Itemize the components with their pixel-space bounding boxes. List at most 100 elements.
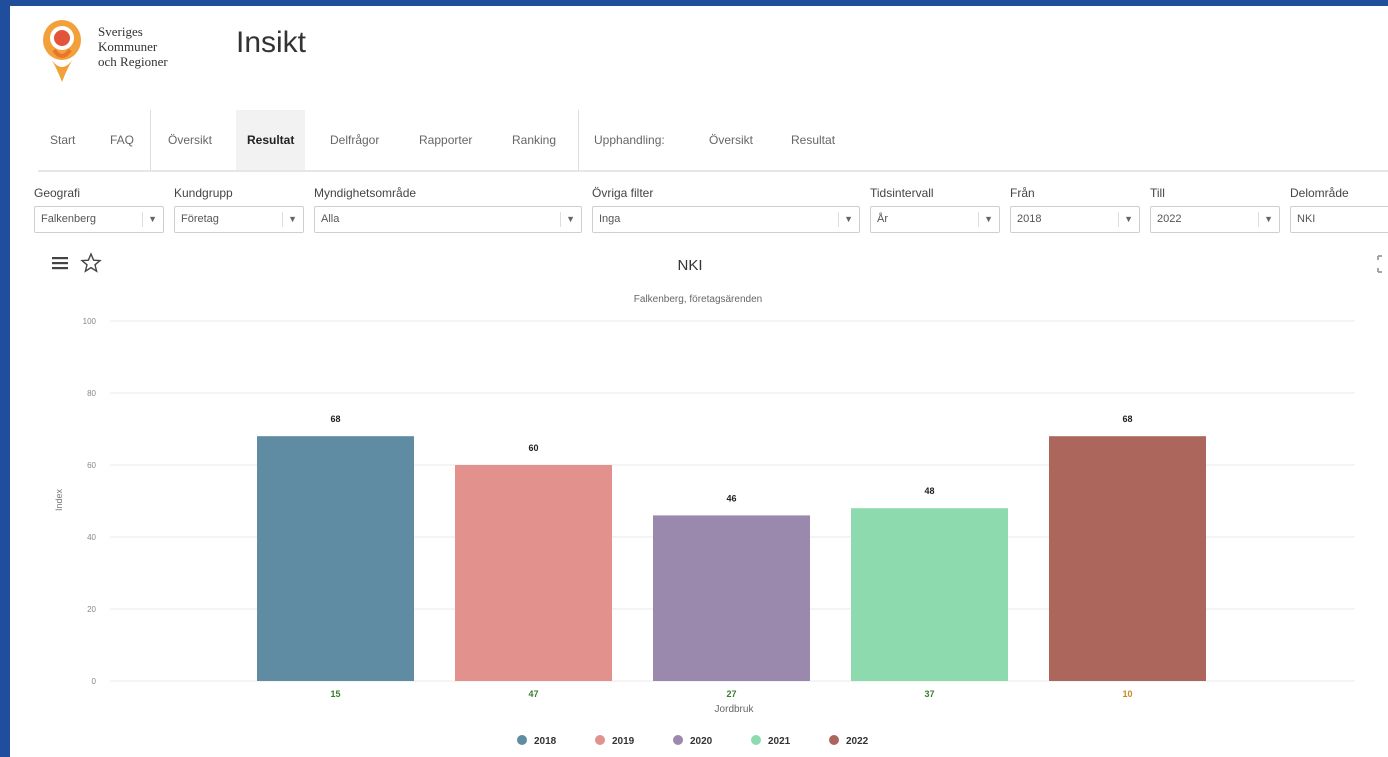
nav-delfragor[interactable]: Delfrågor	[330, 110, 379, 170]
filter-fran-label: Från	[1010, 186, 1035, 200]
select-divider	[838, 212, 839, 227]
filter-tidsintervall: Tidsintervall År ▼	[870, 184, 1000, 233]
filter-geografi-label: Geografi	[34, 186, 81, 200]
x-tick-label: 47	[528, 689, 538, 699]
bar-2018	[257, 436, 414, 681]
nav-start[interactable]: Start	[50, 110, 75, 170]
till-value: 2022	[1157, 213, 1182, 225]
bar-2021	[851, 508, 1008, 681]
nav-rapporter[interactable]: Rapporter	[419, 110, 472, 170]
filter-delomrade-label: Delområde	[1290, 186, 1349, 200]
chart-bars: 68 15 60 47 46 27 48 37 68 10	[257, 414, 1206, 699]
legend-marker	[829, 735, 839, 745]
y-tick-label: 20	[87, 605, 96, 614]
chart-subtitle: Falkenberg, företagsärenden	[634, 294, 762, 305]
chevron-down-icon: ▼	[984, 214, 993, 224]
filter-geografi: Geografi Falkenberg ▼	[34, 184, 164, 233]
nav-faq[interactable]: FAQ	[110, 110, 134, 170]
filter-myndighetsomrade: Myndighetsområde Alla ▼	[314, 184, 582, 233]
legend-item-label: 2021	[768, 736, 791, 747]
select-divider	[1258, 212, 1259, 227]
nav-oversikt[interactable]: Översikt	[168, 110, 212, 170]
nav-divider	[578, 110, 579, 170]
nav-ranking[interactable]: Ranking	[512, 110, 556, 170]
data-label: 48	[924, 486, 934, 496]
fran-select[interactable]: 2018 ▼	[1010, 206, 1140, 233]
x-tick-label: 37	[924, 689, 934, 699]
y-tick-label: 0	[92, 677, 97, 686]
x-tick-label: 10	[1122, 689, 1132, 699]
select-divider	[560, 212, 561, 227]
y-tick-label: 100	[83, 317, 97, 326]
x-tick-label: 15	[330, 689, 340, 699]
select-divider	[1118, 212, 1119, 227]
select-divider	[142, 212, 143, 227]
chevron-down-icon: ▼	[1264, 214, 1273, 224]
y-tick-label: 60	[87, 461, 96, 470]
filter-till: Till 2022 ▼	[1150, 184, 1280, 233]
y-axis-label: Index	[54, 488, 64, 511]
org-name-line1: Sveriges	[98, 24, 143, 39]
filter-bar: Geografi Falkenberg ▼ Kundgrupp Företag …	[34, 184, 1388, 234]
tidsintervall-value: År	[877, 213, 888, 225]
y-tick-label: 80	[87, 389, 96, 398]
app-title: Insikt	[236, 26, 307, 59]
legend-marker	[751, 735, 761, 745]
filter-ovriga: Övriga filter Inga ▼	[592, 184, 860, 233]
chevron-down-icon: ▼	[844, 214, 853, 224]
select-divider	[282, 212, 283, 227]
filter-kundgrupp: Kundgrupp Företag ▼	[174, 184, 304, 233]
filter-till-label: Till	[1150, 186, 1165, 200]
data-label: 60	[528, 443, 538, 453]
org-name-line2: Kommuner	[98, 39, 158, 54]
legend-item-label: 2020	[690, 736, 713, 747]
kundgrupp-value: Företag	[181, 213, 219, 225]
chart-legend: 2018 2019 2020 2021 2022	[517, 735, 869, 747]
legend-item-label: 2018	[534, 736, 557, 747]
select-divider	[978, 212, 979, 227]
nav-resultat[interactable]: Resultat	[236, 110, 306, 170]
filter-tidsintervall-label: Tidsintervall	[870, 186, 934, 200]
legend-marker	[673, 735, 683, 745]
geografi-value: Falkenberg	[41, 213, 97, 225]
filter-fran: Från 2018 ▼	[1010, 184, 1140, 233]
bar-2019	[455, 465, 612, 681]
filter-kundgrupp-label: Kundgrupp	[174, 186, 233, 200]
chevron-down-icon: ▼	[288, 214, 297, 224]
legend-marker	[517, 735, 527, 745]
nav-upphandling-resultat[interactable]: Resultat	[791, 110, 835, 170]
filter-ovriga-label: Övriga filter	[592, 186, 654, 200]
till-select[interactable]: 2022 ▼	[1150, 206, 1280, 233]
chevron-down-icon: ▼	[566, 214, 575, 224]
delomrade-select[interactable]: NKI	[1290, 206, 1388, 233]
chart-title: NKI	[677, 257, 702, 274]
data-label: 68	[1122, 414, 1132, 424]
nki-bar-chart: NKI Falkenberg, företagsärenden Index Jo…	[54, 257, 1355, 747]
filter-myndighetsomrade-label: Myndighetsområde	[314, 186, 417, 200]
y-tick-label: 40	[87, 533, 96, 542]
legend-item-label: 2019	[612, 736, 635, 747]
chevron-down-icon: ▼	[148, 214, 157, 224]
nav-divider	[150, 110, 151, 170]
tidsintervall-select[interactable]: År ▼	[870, 206, 1000, 233]
legend-item-label: 2022	[846, 736, 869, 747]
ovriga-select[interactable]: Inga ▼	[592, 206, 860, 233]
myndighetsomrade-select[interactable]: Alla ▼	[314, 206, 582, 233]
header: Sveriges Kommuner och Regioner Insikt	[10, 6, 1388, 106]
ovriga-value: Inga	[599, 213, 621, 225]
geografi-select[interactable]: Falkenberg ▼	[34, 206, 164, 233]
nav-upphandling: Upphandling:	[594, 133, 665, 147]
skr-logo-icon	[43, 20, 81, 82]
kundgrupp-select[interactable]: Företag ▼	[174, 206, 304, 233]
fran-value: 2018	[1017, 213, 1042, 225]
legend-marker	[595, 735, 605, 745]
main-nav: Start FAQ Översikt Resultat Delfrågor Ra…	[38, 110, 1388, 172]
data-label: 68	[330, 414, 340, 424]
nav-upphandling-oversikt[interactable]: Översikt	[709, 110, 753, 170]
myndighetsomrade-value: Alla	[321, 213, 340, 225]
x-tick-label: 27	[726, 689, 736, 699]
data-label: 46	[726, 493, 736, 503]
app-page: Sveriges Kommuner och Regioner Insikt St…	[10, 6, 1388, 757]
org-name-line3: och Regioner	[98, 54, 168, 69]
chevron-down-icon: ▼	[1124, 214, 1133, 224]
